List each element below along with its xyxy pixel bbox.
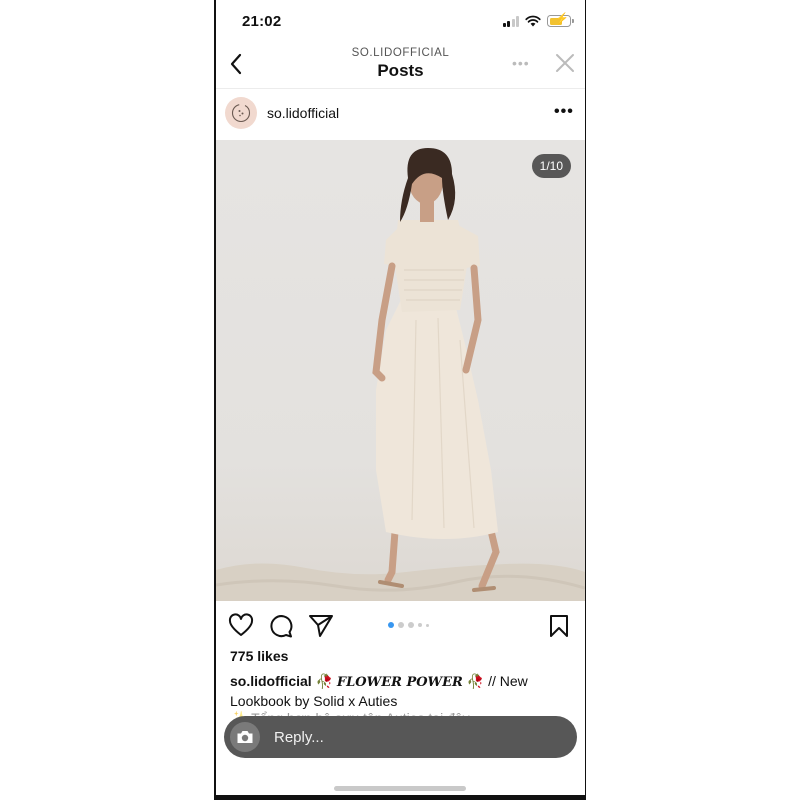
post-caption: so.lidofficial 🥀 FLOWER POWER 🥀 // New L…	[230, 672, 550, 711]
post-username[interactable]: so.lidofficial	[267, 105, 339, 121]
caption-username[interactable]: so.lidofficial	[230, 673, 312, 689]
camera-button[interactable]	[230, 722, 260, 752]
camera-icon	[237, 731, 253, 743]
carousel-dot	[408, 622, 414, 628]
reply-bar[interactable]: Reply...	[224, 716, 577, 758]
cellular-signal-icon	[502, 15, 519, 27]
caption-text: // New	[484, 673, 528, 689]
comment-icon[interactable]	[268, 613, 294, 639]
battery-charging-icon: ⚡	[547, 14, 574, 27]
avatar[interactable]	[225, 97, 257, 129]
device-frame-bottom	[214, 795, 586, 800]
heart-icon[interactable]	[228, 613, 254, 639]
status-icons: ⚡	[502, 14, 574, 27]
image-counter-badge: 1/10	[531, 154, 571, 178]
carousel-dot	[418, 623, 422, 627]
model-in-cream-dress-photo	[216, 148, 585, 601]
send-icon[interactable]	[308, 613, 334, 639]
wifi-icon	[525, 15, 541, 27]
ellipsis-icon[interactable]: •••	[554, 104, 574, 120]
post-image[interactable]: 1/10	[216, 140, 585, 601]
caption-highlight: FLOWER POWER	[336, 675, 463, 690]
carousel-dot	[426, 623, 429, 627]
likes-count[interactable]: 775 likes	[230, 648, 288, 664]
phone-screen: 21:02 ⚡ SO.LIDOFFICIAL Posts ••• so.lido…	[216, 0, 585, 800]
carousel-indicator	[388, 622, 429, 628]
carousel-dot	[388, 622, 394, 628]
reply-input[interactable]: Reply...	[274, 729, 324, 746]
brand-logo-avatar	[231, 103, 251, 123]
status-time: 21:02	[242, 13, 282, 30]
close-icon[interactable]	[553, 51, 577, 75]
ellipsis-icon[interactable]: •••	[512, 55, 530, 71]
rose-emoji: 🥀	[466, 673, 485, 689]
carousel-dot	[398, 622, 404, 628]
header-divider	[216, 88, 585, 89]
caption-line-2: Lookbook by Solid x Auties	[230, 693, 398, 709]
bookmark-icon[interactable]	[546, 613, 572, 639]
rose-emoji: 🥀	[315, 673, 334, 689]
home-indicator[interactable]	[334, 786, 466, 791]
